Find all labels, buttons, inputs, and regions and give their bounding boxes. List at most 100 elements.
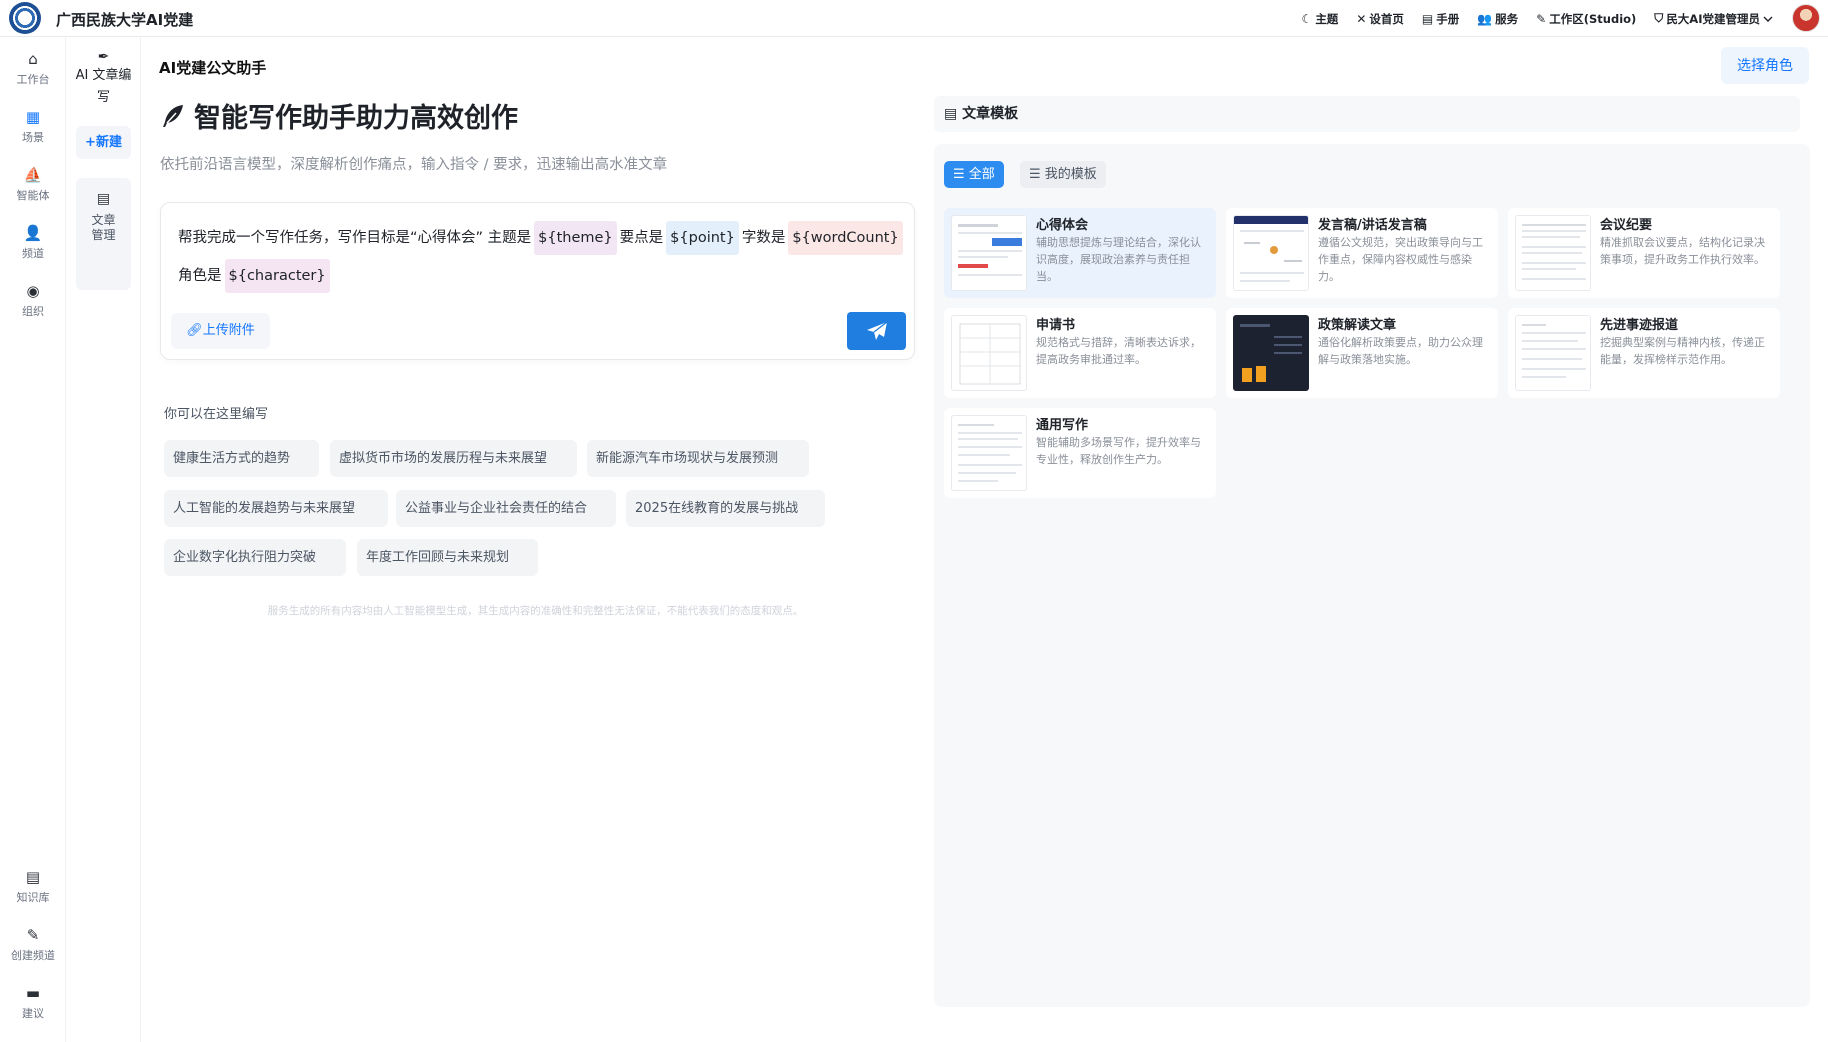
app-title: 广西民族大学AI党建 (56, 11, 194, 29)
topnav-label: 工作区(Studio) (1549, 11, 1637, 26)
topnav-manual[interactable]: ▤ 手册 (1422, 11, 1459, 27)
brush-icon: ✎ (26, 926, 40, 944)
template-doc-icon: ▤ (944, 106, 963, 122)
select-role-button[interactable]: 选择角色 (1721, 47, 1809, 84)
rail-item-home[interactable]: ⌂ 工作台 (0, 51, 66, 87)
feather-icon (163, 104, 183, 127)
new-article-button[interactable]: +新建 (76, 126, 131, 159)
upload-attachment-button[interactable]: 🔗︎上传附件 (171, 313, 270, 349)
suggestion-chip[interactable]: 新能源汽车市场现状与发展预测 (587, 440, 809, 477)
template-thumbnail (1233, 315, 1309, 391)
template-description: 挖掘典型案例与精神内核，传递正能量，发挥榜样示范作用。 (1600, 336, 1765, 366)
template-title: 会议纪要 (1600, 218, 1653, 233)
topnav-service[interactable]: 👥 服务 (1477, 11, 1518, 27)
topnav-studio[interactable]: ✎ 工作区(Studio) (1536, 11, 1636, 27)
avatar[interactable] (1792, 4, 1820, 32)
template-thumbnail (1515, 215, 1591, 291)
sidebar-item-ai-writing[interactable]: ✒ AI 文章编写 (72, 49, 135, 109)
rail-label: 知识库 (16, 891, 50, 904)
rail-item-suggestion[interactable]: ▬ 建议 (0, 985, 66, 1021)
filter-label: 我的模板 (1044, 167, 1097, 182)
suggestion-chip[interactable]: 虚拟货币市场的发展历程与未来展望 (330, 440, 577, 477)
secondary-sidebar: ✒ AI 文章编写 +新建 ▤ 文章管理 (66, 37, 141, 1042)
sidebar-item-label: AI 文章编写 (75, 68, 132, 105)
prompt-text: 字数是 (741, 230, 786, 246)
rail-label: 创建频道 (11, 949, 55, 962)
template-card-general-writing[interactable]: 通用写作 智能辅助多场景写作，提升效率与专业性，释放创作生产力。 (944, 408, 1216, 498)
rail-item-create-channel[interactable]: ✎ 创建频道 (0, 927, 66, 963)
variable-tag-theme[interactable]: ${theme} (534, 221, 617, 255)
university-logo-icon[interactable] (9, 2, 41, 34)
topnav-admin-menu[interactable]: ⛉ 民大AI党建管理员 (1654, 11, 1773, 27)
template-title: 通用写作 (1036, 418, 1089, 433)
user-icon: 👤 (23, 224, 43, 242)
template-card-advanced-deeds[interactable]: 先进事迹报道 挖掘典型案例与精神内核，传递正能量，发挥榜样示范作用。 (1508, 308, 1780, 398)
page-title: AI党建公文助手 (159, 59, 267, 77)
knowledge-icon: ▤ (25, 868, 41, 886)
suggestion-chip[interactable]: 2025在线教育的发展与挑战 (626, 490, 825, 527)
template-description: 辅助思想提炼与理论结合，深化认识高度，展现政治素养与责任担当。 (1036, 236, 1201, 283)
rail-item-channel[interactable]: 👤 频道 (0, 225, 66, 261)
template-title: 申请书 (1036, 318, 1076, 333)
hero-heading: 智能写作助手助力高效创作 (160, 96, 518, 135)
variable-tag-point[interactable]: ${point} (666, 221, 739, 255)
comment-icon: ▬ (25, 984, 41, 1002)
prompt-composer[interactable]: 帮我完成一个写作任务，写作目标是“心得体会” 主题是 ${theme} 要点是 ${p… (160, 202, 915, 360)
topnav-label: 民大AI党建管理员 (1666, 11, 1760, 26)
tools-icon: ✕ (1356, 11, 1367, 26)
template-description: 智能辅助多场景写作，提升效率与专业性，释放创作生产力。 (1036, 436, 1201, 466)
disclaimer: 服务生成的所有内容均由人工智能模型生成，其生成内容的准确性和完整性无法保证，不能… (267, 605, 804, 617)
rail-label: 建议 (22, 1007, 44, 1020)
chevron-down-icon (1763, 16, 1773, 22)
suggestion-chip[interactable]: 企业数字化执行阻力突破 (164, 539, 346, 576)
upload-label: 上传附件 (202, 323, 255, 338)
rail-item-org[interactable]: ◉ 组织 (0, 283, 66, 319)
template-thumbnail (1233, 215, 1309, 291)
template-card-speech[interactable]: 发言稿/讲话发言稿 遵循公文规范，突出政策导向与工作重点，保障内容权威性与感染力… (1226, 208, 1498, 298)
rail-item-scene[interactable]: ▦ 场景 (0, 109, 66, 145)
rail-item-agent[interactable]: ⛵ 智能体 (0, 167, 66, 203)
send-button[interactable] (847, 312, 906, 350)
variable-tag-character[interactable]: ${character} (224, 259, 330, 293)
calendar-icon: ▦ (25, 108, 41, 126)
topnav-set-home[interactable]: ✕ 设首页 (1356, 11, 1404, 27)
suggestion-chip[interactable]: 公益事业与企业社会责任的结合 (396, 490, 616, 527)
topnav-label: 服务 (1495, 11, 1519, 26)
top-bar: 广西民族大学AI党建 ☾ 主题 ✕ 设首页 ▤ 手册 👥 服务 ✎ 工作区(St… (0, 0, 1828, 37)
hero-subtitle: 依托前沿语言模型，深度解析创作痛点，输入指令 / 要求，迅速输出高水准文章 (160, 157, 668, 173)
hero-title: 智能写作助手助力高效创作 (194, 103, 518, 134)
template-card-application[interactable]: 申请书 规范格式与措辞，清晰表达诉求，提高政务审批通过率。 (944, 308, 1216, 398)
rail-label: 工作台 (16, 73, 50, 86)
list-icon: ☰ (953, 167, 969, 182)
document-icon: ▤ (96, 191, 111, 207)
sidebar-item-article-management[interactable]: ▤ 文章管理 (76, 178, 131, 290)
send-icon (866, 321, 887, 340)
prompt-text: 要点是 (619, 230, 664, 246)
moon-icon: ☾ (1301, 11, 1313, 26)
template-thumbnail (951, 415, 1027, 491)
variable-tag-wordcount[interactable]: ${wordCount} (788, 221, 903, 255)
topnav-label: 主题 (1315, 11, 1339, 26)
template-thumbnail (1515, 315, 1591, 391)
suggestion-chip[interactable]: 人工智能的发展趋势与未来展望 (164, 490, 388, 527)
rail-item-knowledge[interactable]: ▤ 知识库 (0, 869, 66, 905)
topnav-label: 设首页 (1369, 11, 1404, 26)
book-icon: ▤ (1421, 11, 1434, 26)
template-card-meeting-minutes[interactable]: 会议纪要 精准抓取会议要点，结构化记录决策事项，提升政务工作执行效率。 (1508, 208, 1780, 298)
filter-my-templates-tab[interactable]: ☰ 我的模板 (1020, 161, 1106, 188)
template-description: 通俗化解析政策要点，助力公众理解与政策落地实施。 (1318, 336, 1483, 366)
prompt-input[interactable]: 帮我完成一个写作任务，写作目标是“心得体会” 主题是 ${theme} 要点是 ${p… (178, 219, 908, 295)
list-icon: ☰ (1029, 167, 1045, 182)
suggestion-chip[interactable]: 年度工作回顾与未来规划 (357, 539, 538, 576)
filter-all-tab[interactable]: ☰ 全部 (944, 161, 1004, 188)
paperclip-icon: 🔗︎ (186, 323, 203, 338)
prompt-text: 角色是 (178, 268, 222, 284)
rail-label: 频道 (22, 247, 44, 260)
left-rail: ⌂ 工作台 ▦ 场景 ⛵ 智能体 👤 频道 ◉ 组织 ▤ 知识库 ✎ 创建频道 … (0, 37, 66, 1042)
suggestion-chip[interactable]: 健康生活方式的趋势 (164, 440, 319, 477)
topnav-theme[interactable]: ☾ 主题 (1302, 11, 1339, 27)
template-title: 心得体会 (1036, 218, 1089, 233)
template-card-xindetihui[interactable]: 心得体会 辅助思想提炼与理论结合，深化认识高度，展现政治素养与责任担当。 (944, 208, 1216, 298)
rail-label: 智能体 (16, 189, 50, 202)
template-card-policy-interpretation[interactable]: 政策解读文章 通俗化解析政策要点，助力公众理解与政策落地实施。 (1226, 308, 1498, 398)
